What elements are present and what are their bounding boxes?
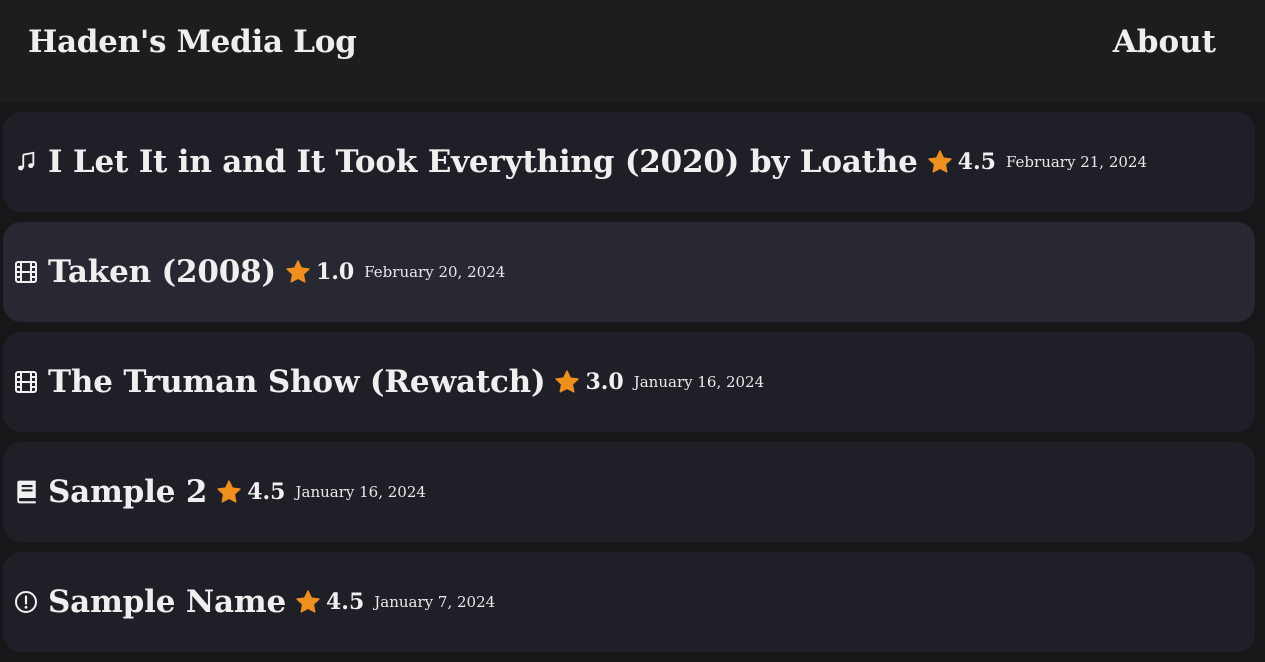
rating-value: 3.0 — [585, 369, 624, 395]
rating-value: 4.5 — [247, 479, 286, 505]
entry-list: I Let It in and It Took Everything (2020… — [3, 112, 1255, 662]
entry-title: I Let It in and It Took Everything (2020… — [48, 144, 918, 180]
site-title[interactable]: Haden's Media Log — [28, 24, 357, 60]
list-item[interactable]: Taken (2008) 1.0 February 20, 2024 — [3, 222, 1255, 322]
rating-value: 4.5 — [326, 589, 365, 615]
film-icon — [13, 369, 39, 395]
entry-date: February 20, 2024 — [364, 263, 506, 281]
entry-title: Sample 2 — [48, 474, 208, 510]
entry-date: February 21, 2024 — [1005, 153, 1148, 171]
list-item[interactable]: The Truman Show (Rewatch) 3.0 January 16… — [3, 332, 1255, 432]
list-item[interactable]: Sample Name 4.5 January 7, 2024 — [3, 552, 1255, 652]
rating-value: 1.0 — [315, 259, 355, 285]
list-item[interactable]: Sample 2 4.5 January 16, 2024 — [3, 442, 1255, 542]
film-icon — [13, 259, 39, 285]
star-icon — [216, 479, 242, 505]
about-link[interactable]: About — [1113, 24, 1216, 60]
star-icon — [554, 369, 580, 395]
music-note-icon — [13, 149, 39, 175]
list-item[interactable]: I Let It in and It Took Everything (2020… — [3, 112, 1255, 212]
entry-date: January 7, 2024 — [374, 593, 496, 611]
alert-circle-icon — [13, 589, 39, 615]
entry-date: January 16, 2024 — [295, 483, 426, 501]
rating-value: 4.5 — [957, 149, 996, 175]
star-icon — [927, 149, 953, 175]
star-icon — [295, 589, 321, 615]
entry-title: Sample Name — [48, 584, 286, 620]
top-navbar: Haden's Media Log About — [0, 0, 1265, 102]
book-icon — [13, 479, 39, 505]
entry-title: The Truman Show (Rewatch) — [48, 364, 546, 400]
entry-title: Taken (2008) — [48, 254, 276, 290]
entry-date: January 16, 2024 — [633, 373, 765, 391]
star-icon — [285, 259, 311, 285]
